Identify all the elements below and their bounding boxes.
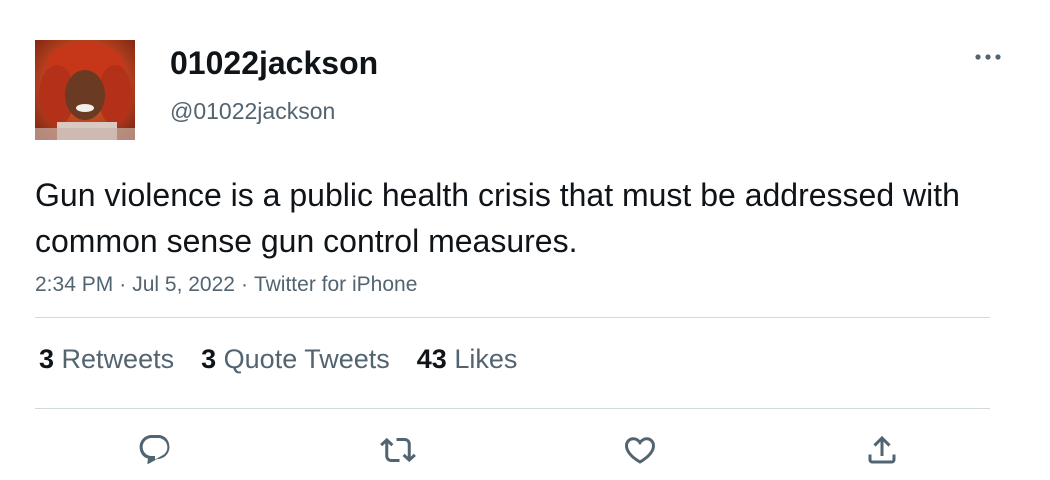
retweets-label: Retweets: [61, 344, 175, 374]
share-icon: [868, 435, 896, 464]
meta-separator: ·: [119, 273, 127, 296]
likes-stat[interactable]: 43 Likes: [417, 342, 518, 376]
tweet-time[interactable]: 2:34 PM: [35, 273, 113, 296]
reply-icon: [139, 435, 170, 464]
retweet-button[interactable]: [376, 428, 420, 472]
avatar[interactable]: [35, 40, 135, 140]
meta-separator: ·: [240, 273, 248, 296]
display-name[interactable]: 01022jackson: [170, 44, 378, 82]
tweet-source[interactable]: Twitter for iPhone: [254, 273, 417, 296]
quote-tweets-stat[interactable]: 3 Quote Tweets: [201, 342, 390, 376]
quote-tweets-count: 3: [201, 344, 217, 374]
share-button[interactable]: [860, 428, 904, 472]
likes-count: 43: [416, 344, 447, 374]
retweet-icon: [380, 437, 416, 463]
more-horizontal-icon: [975, 54, 1001, 60]
likes-label: Likes: [454, 344, 518, 374]
user-handle[interactable]: @01022jackson: [170, 97, 335, 125]
tweet-text: Gun violence is a public health crisis t…: [35, 177, 960, 259]
divider: [35, 408, 990, 409]
reply-button[interactable]: [133, 428, 177, 472]
quote-tweets-label: Quote Tweets: [223, 344, 390, 374]
tweet-meta: 2:34 PM · Jul 5, 2022 · Twitter for iPhone: [35, 271, 417, 299]
tweet-date[interactable]: Jul 5, 2022: [132, 273, 235, 296]
retweets-stat[interactable]: 3 Retweets: [39, 342, 174, 376]
action-bar: [0, 428, 1050, 472]
tweet-stats: 3 Retweets 3 Quote Tweets 43 Likes: [39, 342, 544, 376]
more-options-button[interactable]: [968, 42, 1008, 72]
avatar-image: [35, 40, 135, 140]
divider: [35, 317, 990, 318]
retweets-count: 3: [39, 344, 55, 374]
heart-icon: [624, 437, 656, 464]
like-button[interactable]: [618, 428, 662, 472]
